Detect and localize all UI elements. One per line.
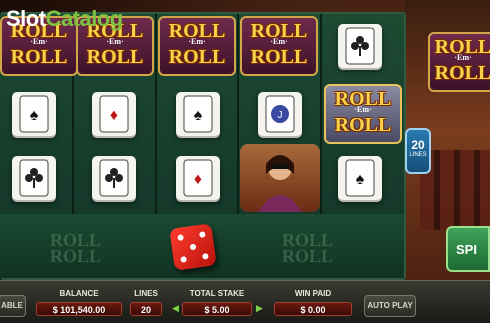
symbol-roll-em-roll-highlighted: ROLL ·Em· ROLL	[324, 84, 402, 144]
slotcatalog-watermark: SlotCatalog	[6, 6, 123, 31]
spade-card-icon: ♠	[338, 156, 382, 200]
win-label: WIN PAID	[294, 289, 332, 298]
symbol-roll-em-roll: ROLL ·Em· ROLL	[240, 16, 318, 76]
dice-icon	[169, 223, 217, 271]
stake-label: TOTAL STAKE	[189, 289, 245, 298]
increase-stake-icon[interactable]: ▶	[256, 303, 263, 314]
spade-card-icon: ♠	[176, 92, 220, 136]
svg-text:♦: ♦	[110, 107, 118, 124]
spin-button[interactable]: SPI	[446, 226, 490, 272]
table-logo-left: ROLL ROLL	[50, 230, 102, 266]
enable-button[interactable]: ABLE	[0, 295, 26, 317]
diamond-card-icon: ♦	[176, 156, 220, 200]
lady-character-symbol	[240, 144, 320, 212]
stake-value: $ 5.00	[182, 302, 252, 316]
club-card-icon	[12, 156, 56, 200]
win-value: $ 0.00	[274, 302, 352, 316]
balance-value: $ 101,540.00	[36, 302, 122, 316]
club-card-icon	[338, 24, 382, 68]
spade-card-icon: ♠	[12, 92, 56, 136]
svg-text:♦: ♦	[194, 171, 202, 188]
control-bar: ABLE BALANCE $ 101,540.00 LINES 20 ◀ TOT…	[0, 280, 490, 323]
svg-text:♠: ♠	[30, 107, 39, 124]
paylines-count: 20	[411, 138, 425, 152]
jack-card-icon: J	[258, 92, 302, 136]
decrease-stake-icon[interactable]: ◀	[172, 303, 179, 314]
club-card-icon	[92, 156, 136, 200]
autoplay-button[interactable]: AUTO PLAY	[364, 295, 416, 317]
background-roll-logo: ROLL ·Em· ROLL	[428, 32, 490, 92]
paylines-label: LINES	[409, 152, 427, 158]
svg-text:♠: ♠	[194, 107, 203, 124]
svg-text:♠: ♠	[356, 171, 365, 188]
table-logo-right: ROLL ROLL	[282, 230, 334, 266]
reel-separator	[155, 14, 157, 214]
reel-separator	[320, 14, 322, 214]
diamond-card-icon: ♦	[92, 92, 136, 136]
paylines-indicator[interactable]: 20 LINES	[405, 128, 431, 174]
balance-label: BALANCE	[59, 289, 99, 298]
svg-text:J: J	[278, 110, 283, 121]
lines-value: 20	[130, 302, 162, 316]
reel-separator	[237, 14, 239, 214]
lines-label: LINES	[134, 289, 158, 298]
symbol-roll-em-roll: ROLL ·Em· ROLL	[158, 16, 236, 76]
